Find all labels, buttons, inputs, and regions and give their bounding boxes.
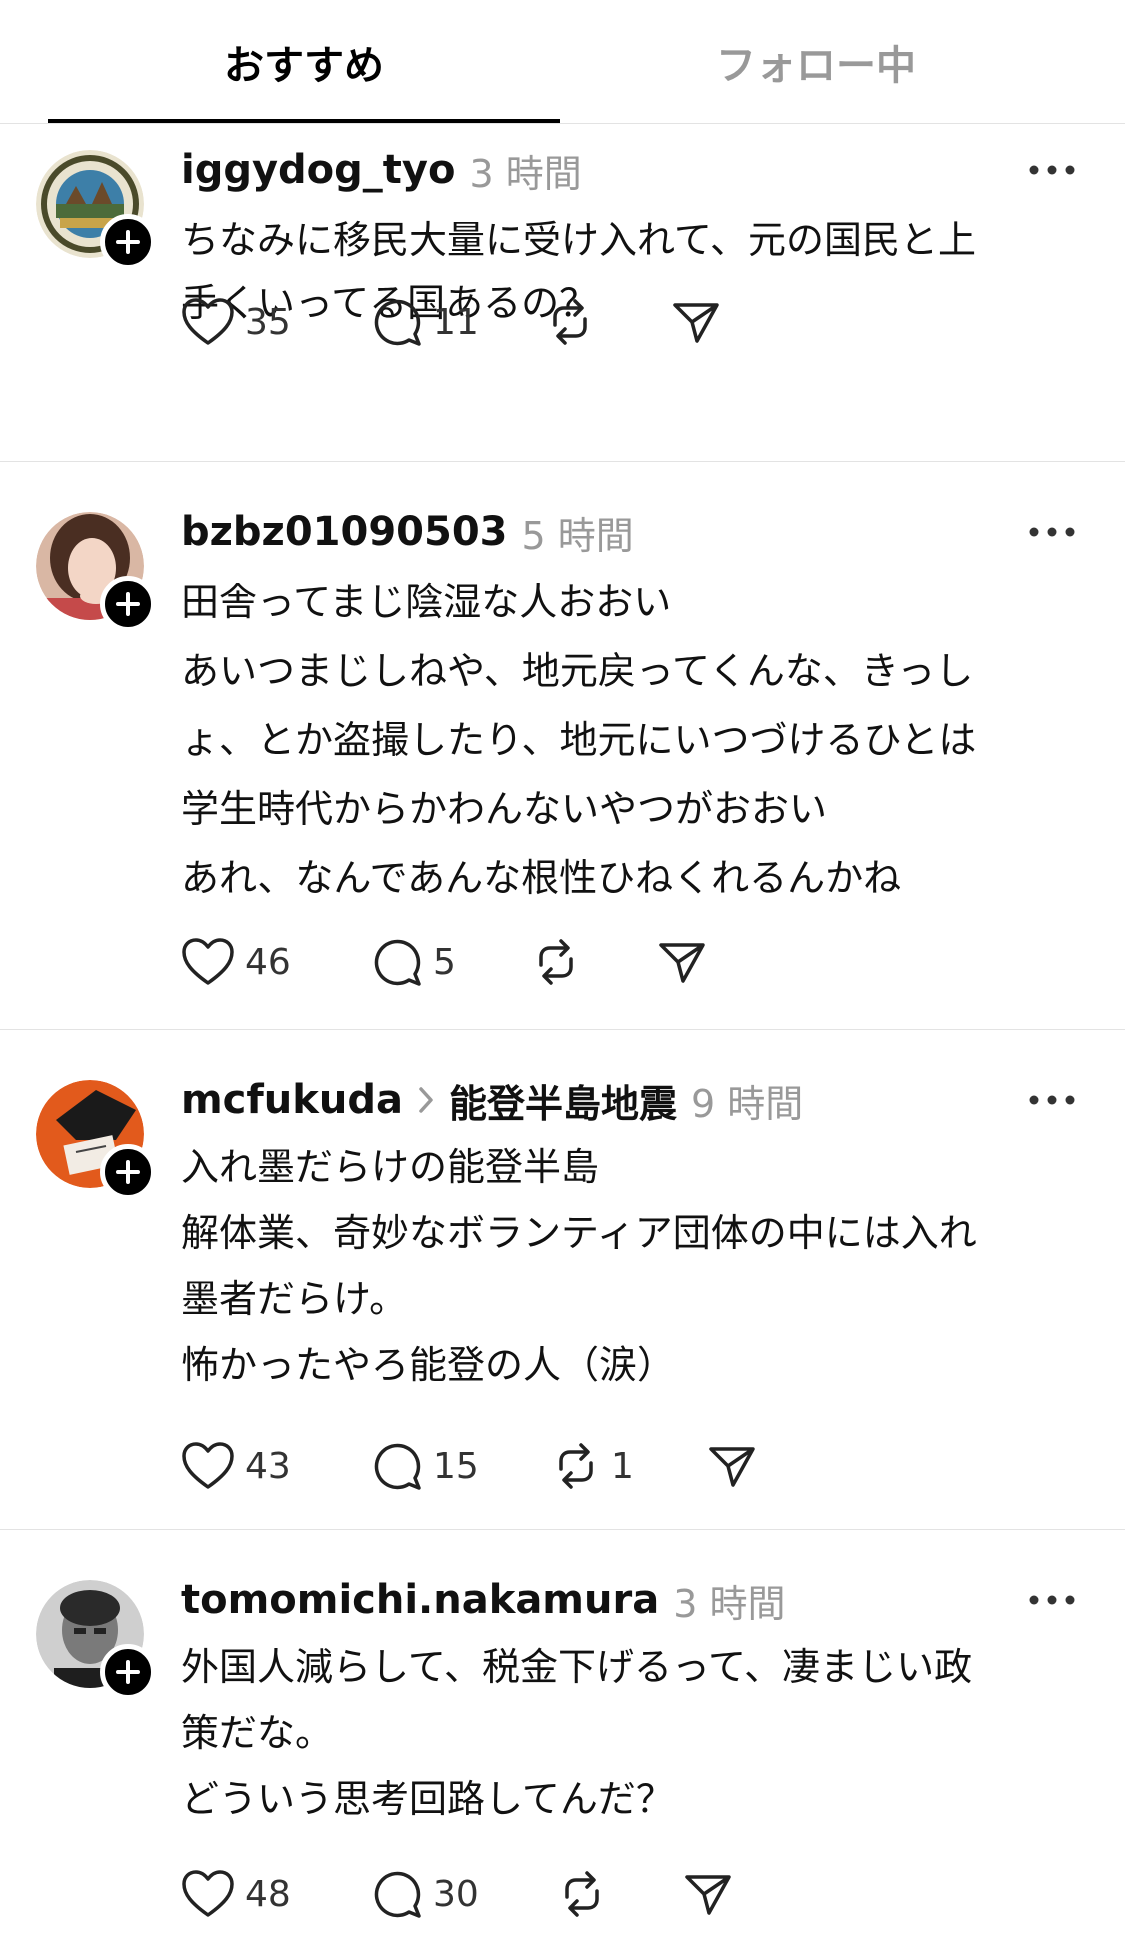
more-options-icon[interactable] — [1028, 1590, 1076, 1610]
post-time: 3 時間 — [469, 151, 582, 196]
like-button[interactable]: 35 — [181, 294, 371, 350]
share-button[interactable] — [671, 294, 721, 350]
reply-button[interactable]: 15 — [371, 1438, 551, 1494]
like-button[interactable]: 48 — [181, 1866, 371, 1922]
like-count: 46 — [245, 941, 291, 983]
repost-count: 1 — [611, 1445, 634, 1487]
post-text: 外国人減らして、税金下げるって、凄まじい政 策だな。 どういう思考回路してんだ？ — [181, 1634, 1091, 1832]
repost-icon — [539, 939, 573, 985]
post-time: 9 時間 — [691, 1081, 804, 1126]
post-header: iggydog_tyo 3 時間 — [181, 142, 582, 198]
post: bzbz01090503 5 時間 田舎ってまじ陰湿な人おおい あいつまじしねや… — [0, 462, 1125, 1030]
post: mcfukuda 能登半島地震 9 時間 入れ墨だらけの能登半島 解体業、奇妙な… — [0, 1030, 1125, 1530]
reply-count: 30 — [433, 1873, 479, 1915]
post-text-line: 田舎ってまじ陰湿な人おおい — [181, 580, 672, 624]
plus-icon — [116, 592, 140, 616]
repost-icon — [553, 299, 587, 345]
send-icon — [709, 1447, 755, 1487]
avatar[interactable] — [36, 512, 156, 632]
post-text-line: ちなみに移民大量に受け入れて、元の国民と上 — [181, 218, 976, 262]
username[interactable]: mcfukuda — [181, 1077, 403, 1123]
reply-icon — [374, 1871, 421, 1918]
repost-icon — [559, 1443, 593, 1489]
post-header: mcfukuda 能登半島地震 9 時間 — [181, 1072, 803, 1128]
post-actions: 48 30 — [181, 1866, 733, 1922]
topic-tag[interactable]: 能登半島地震 — [449, 1073, 677, 1128]
heart-icon — [182, 1442, 234, 1489]
like-button[interactable]: 43 — [181, 1438, 371, 1494]
post: tomomichi.nakamura 3 時間 外国人減らして、税金下げるって、… — [0, 1530, 1125, 1942]
chevron-right-icon — [419, 1087, 433, 1113]
avatar[interactable] — [36, 1580, 156, 1700]
post-text-line: 学生時代からかわんないやつがおおい — [181, 787, 828, 831]
reply-icon — [374, 1443, 421, 1490]
post-text-line: 外国人減らして、税金下げるって、凄まじい政 — [181, 1645, 973, 1689]
more-options-icon[interactable] — [1028, 160, 1076, 180]
plus-icon — [116, 1160, 140, 1184]
send-icon — [659, 943, 705, 983]
avatar[interactable] — [36, 1080, 156, 1200]
follow-button[interactable] — [100, 576, 156, 632]
reply-button[interactable]: 5 — [371, 934, 531, 990]
post-actions: 35 11 — [181, 294, 721, 350]
reply-count: 5 — [433, 941, 456, 983]
send-icon — [685, 1875, 731, 1915]
post-text-line: 怖かったやろ能登の人（涙） — [181, 1343, 676, 1387]
active-tab-indicator — [48, 119, 560, 123]
heart-icon — [182, 938, 234, 985]
post-header: bzbz01090503 5 時間 — [181, 504, 634, 560]
post: iggydog_tyo 3 時間 ちなみに移民大量に受け入れて、元の国民と上 手… — [0, 124, 1125, 462]
post-text-line: ょ、とか盗撮したり、地元にいつづけるひとは — [181, 718, 977, 762]
share-button[interactable] — [657, 934, 707, 990]
repost-icon — [565, 1871, 599, 1917]
reply-button[interactable]: 11 — [371, 294, 545, 350]
heart-icon — [182, 298, 234, 345]
follow-button[interactable] — [100, 1144, 156, 1200]
reply-count: 11 — [433, 301, 479, 343]
like-count: 48 — [245, 1873, 291, 1915]
post-text-line: あれ、なんであんな根性ひねくれるんかね — [181, 856, 902, 900]
post-text-line: あいつまじしねや、地元戻ってくんな、きっし — [181, 649, 974, 693]
post-text-line: 入れ墨だらけの能登半島 — [181, 1145, 600, 1189]
avatar[interactable] — [36, 150, 156, 270]
more-options-icon[interactable] — [1028, 1090, 1076, 1110]
username[interactable]: bzbz01090503 — [181, 509, 507, 555]
like-count: 43 — [245, 1445, 291, 1487]
share-button[interactable] — [683, 1866, 733, 1922]
follow-button[interactable] — [100, 1644, 156, 1700]
repost-button[interactable] — [531, 934, 657, 990]
like-button[interactable]: 46 — [181, 934, 371, 990]
follow-button[interactable] — [100, 214, 156, 270]
reply-icon — [374, 939, 421, 986]
post-time: 5 時間 — [521, 513, 634, 558]
post-text-line: どういう思考回路してんだ？ — [181, 1777, 674, 1821]
post-time: 3 時間 — [673, 1581, 786, 1626]
post-actions: 43 15 1 — [181, 1438, 757, 1494]
post-text-line: 墨者だらけ。 — [181, 1277, 408, 1321]
repost-button[interactable] — [557, 1866, 683, 1922]
reply-button[interactable]: 30 — [371, 1866, 557, 1922]
heart-icon — [182, 1870, 234, 1917]
username[interactable]: tomomichi.nakamura — [181, 1577, 659, 1623]
plus-icon — [116, 1660, 140, 1684]
post-text: 入れ墨だらけの能登半島 解体業、奇妙なボランティア団体の中には入れ 墨者だらけ。… — [181, 1134, 1091, 1398]
post-header: tomomichi.nakamura 3 時間 — [181, 1572, 785, 1628]
more-options-icon[interactable] — [1028, 522, 1076, 542]
post-text: 田舎ってまじ陰湿な人おおい あいつまじしねや、地元戻ってくんな、きっし ょ、とか… — [181, 568, 1091, 913]
post-text-line: 解体業、奇妙なボランティア団体の中には入れ — [181, 1211, 977, 1255]
username[interactable]: iggydog_tyo — [181, 147, 455, 193]
send-icon — [673, 303, 719, 343]
share-button[interactable] — [707, 1438, 757, 1494]
repost-button[interactable]: 1 — [551, 1438, 707, 1494]
plus-icon — [116, 230, 140, 254]
reply-count: 15 — [433, 1445, 479, 1487]
post-text-line: 策だな。 — [181, 1711, 334, 1755]
feed-tabs: おすすめ フォロー中 — [0, 0, 1125, 124]
repost-button[interactable] — [545, 294, 671, 350]
reply-icon — [374, 299, 421, 346]
post-actions: 46 5 — [181, 934, 707, 990]
tab-recommended[interactable]: おすすめ — [48, 0, 560, 124]
like-count: 35 — [245, 301, 291, 343]
tab-following[interactable]: フォロー中 — [560, 0, 1072, 124]
